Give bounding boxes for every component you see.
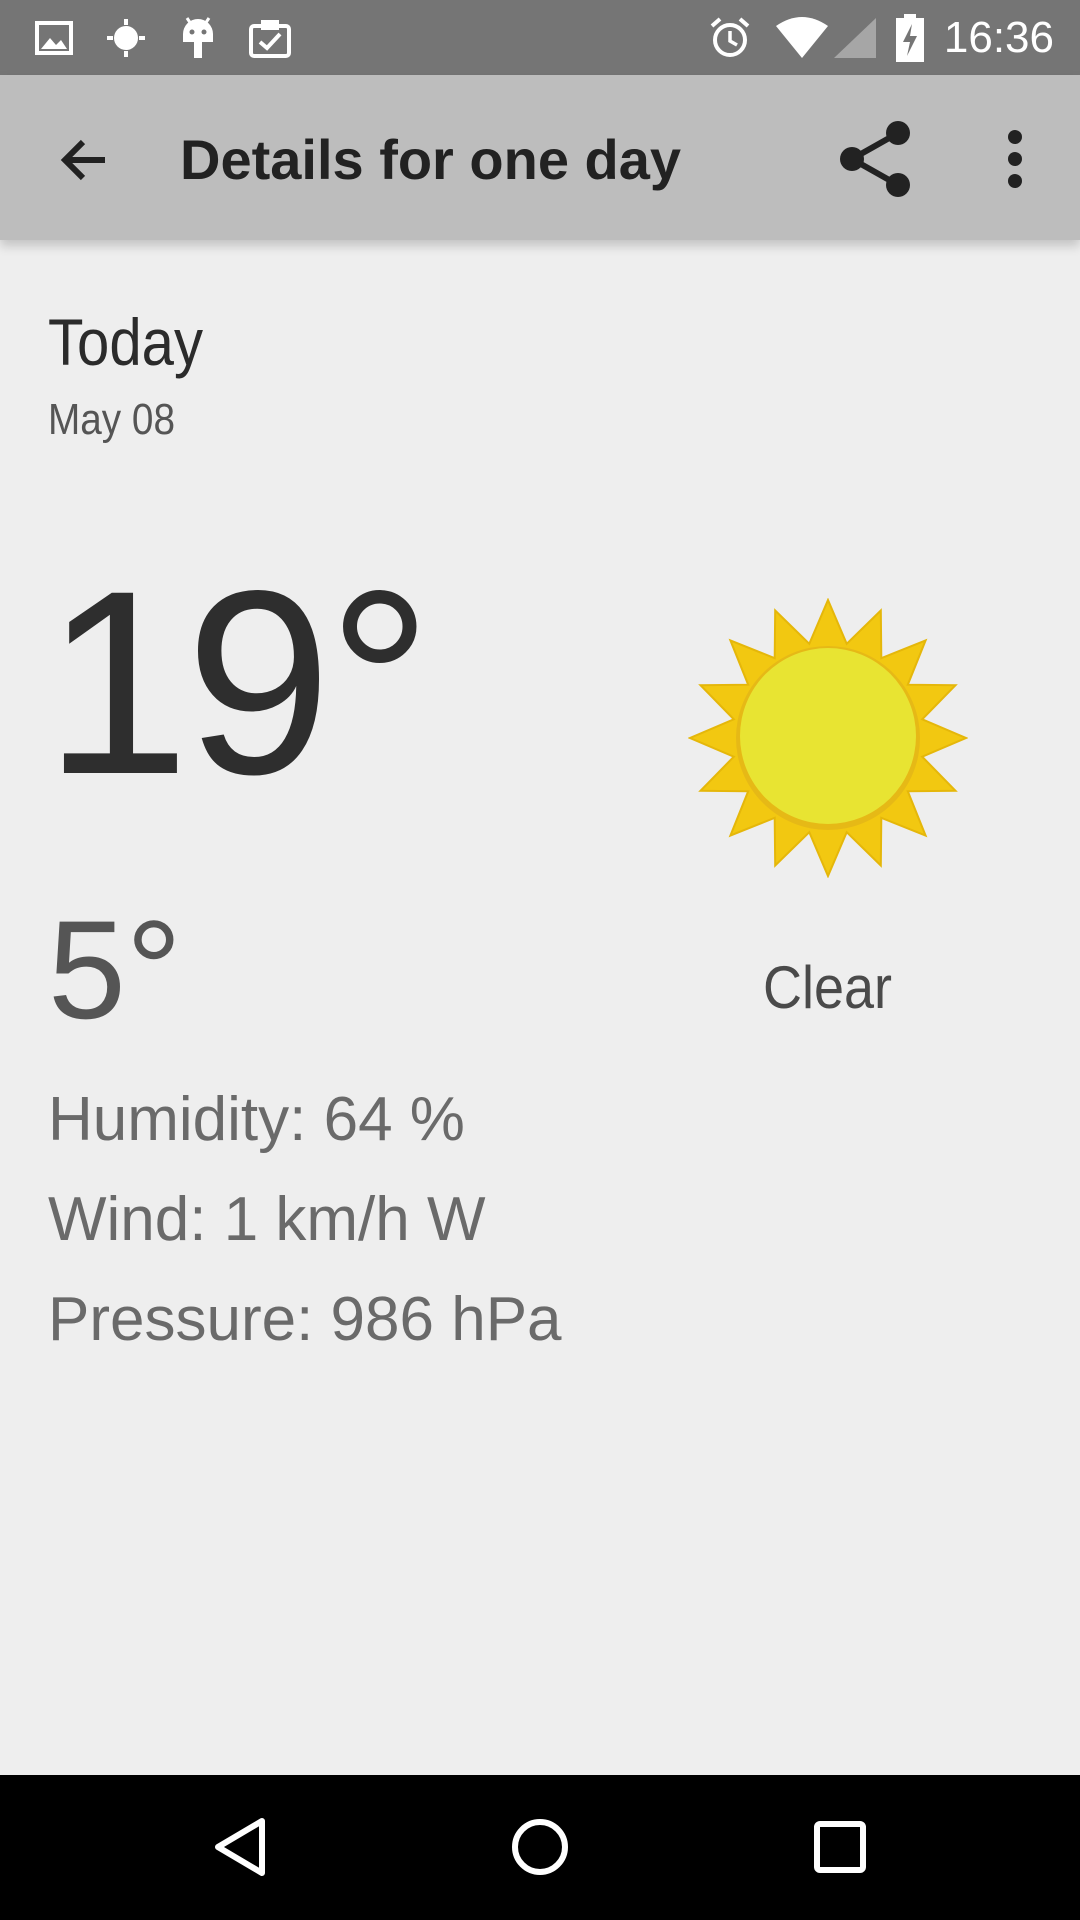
back-triangle-icon	[215, 1818, 265, 1876]
status-time: 16:36	[943, 13, 1054, 62]
humidity-text: Humidity: 64 %	[48, 1085, 465, 1154]
overflow-menu-button[interactable]	[970, 113, 1060, 205]
cell-signal-icon	[830, 14, 880, 62]
low-temperature: 5°	[48, 891, 182, 1048]
android-icon	[174, 14, 222, 62]
nav-back-button[interactable]	[190, 1797, 290, 1897]
screen: 16:36 Details for one day Today May 08 1…	[0, 0, 1080, 1920]
alarm-icon	[706, 14, 754, 62]
weather-condition: Clear	[762, 954, 893, 1021]
sun-icon	[687, 597, 969, 879]
more-vert-icon	[1008, 130, 1022, 188]
pressure-text: Pressure: 986 hPa	[48, 1285, 562, 1354]
wifi-icon	[772, 14, 832, 62]
toolbar-title: Details for one day	[180, 128, 682, 191]
recents-square-icon	[814, 1821, 866, 1873]
battery-charging-icon	[890, 14, 930, 62]
nav-home-button[interactable]	[490, 1797, 590, 1897]
high-temperature: 19°	[44, 536, 432, 829]
brightness-icon	[102, 14, 150, 62]
back-button[interactable]	[40, 115, 130, 205]
wind-text: Wind: 1 km/h W	[48, 1185, 486, 1254]
image-icon	[30, 14, 78, 62]
share-button[interactable]	[830, 113, 922, 205]
app-toolbar: Details for one day	[0, 75, 1080, 240]
arrow-back-icon	[60, 139, 105, 181]
navigation-bar	[0, 1775, 1080, 1920]
day-label: Today	[48, 305, 203, 379]
nav-recents-button[interactable]	[790, 1797, 890, 1897]
clipboard-check-icon	[246, 14, 294, 62]
date-label: May 08	[48, 395, 175, 444]
status-bar: 16:36	[0, 0, 1080, 75]
share-icon	[840, 121, 910, 197]
home-circle-icon	[512, 1819, 568, 1875]
